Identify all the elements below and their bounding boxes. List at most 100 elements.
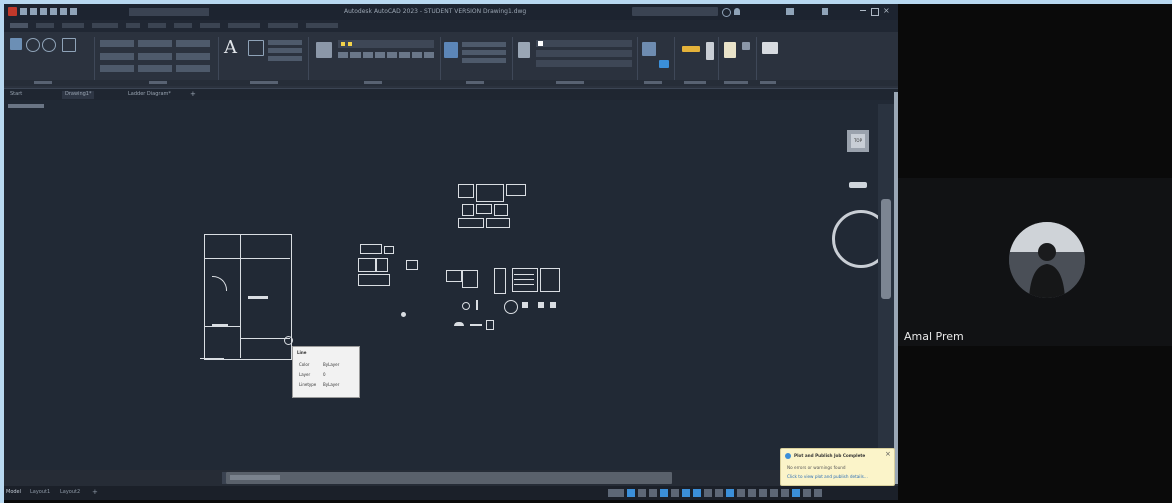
print-icon[interactable] — [60, 8, 67, 15]
plot-notification[interactable]: Plot and Publish Job Complete No errors … — [780, 448, 895, 486]
layer-tool-icon[interactable] — [423, 52, 434, 58]
new-tab-icon[interactable]: + — [190, 91, 196, 98]
table-button[interactable] — [268, 56, 302, 61]
app-logo-icon[interactable] — [8, 7, 17, 16]
transparency-toggle[interactable] — [715, 489, 723, 497]
tab-annotate[interactable] — [62, 23, 84, 28]
rotate-button[interactable] — [138, 40, 172, 47]
fillet-button[interactable] — [176, 52, 210, 60]
grid-toggle[interactable] — [627, 489, 635, 497]
layer-tool-icon[interactable] — [338, 52, 349, 58]
tab-collaborate[interactable] — [228, 23, 260, 28]
ungroup-icon[interactable] — [659, 60, 669, 68]
linear-dim-button[interactable] — [268, 40, 302, 45]
layer-tool-icon[interactable] — [411, 52, 422, 58]
model-space-toggle[interactable] — [608, 489, 624, 497]
stretch-button[interactable] — [100, 65, 134, 73]
close-icon[interactable]: × — [885, 451, 891, 458]
open-icon[interactable] — [30, 8, 37, 15]
tab-home[interactable] — [10, 23, 28, 28]
save-icon[interactable] — [40, 8, 47, 15]
tab-addins[interactable] — [200, 23, 220, 28]
line-tool-icon[interactable] — [10, 38, 22, 50]
hardware-acceleration-icon[interactable] — [792, 489, 800, 497]
isolate-objects-icon[interactable] — [781, 489, 789, 497]
copy-clip-icon[interactable] — [742, 42, 750, 50]
doc-tab-drawing1[interactable]: Drawing1* — [62, 91, 95, 99]
layer-tool-icon[interactable] — [399, 52, 410, 58]
match-properties-icon[interactable] — [518, 42, 530, 58]
dimension-tool-icon[interactable] — [248, 40, 264, 56]
customization-icon[interactable] — [814, 489, 822, 497]
layout2-tab[interactable]: Layout2 — [60, 489, 80, 495]
lineweight-toggle[interactable] — [704, 489, 712, 497]
search-input[interactable] — [632, 7, 718, 16]
scrollbar-thumb[interactable] — [881, 199, 891, 299]
circle-tool-icon[interactable] — [42, 38, 56, 52]
layer-tool-icon[interactable] — [387, 52, 398, 58]
scale-button[interactable] — [138, 65, 172, 73]
snap-toggle[interactable] — [638, 489, 646, 497]
viewcube-face-top[interactable]: TOP — [851, 134, 865, 148]
tab-output[interactable] — [174, 23, 192, 28]
leader-button[interactable] — [268, 48, 302, 53]
utilities-icon[interactable] — [706, 42, 714, 60]
polar-toggle[interactable] — [660, 489, 668, 497]
selection-cycling-toggle[interactable] — [726, 489, 734, 497]
measure-icon[interactable] — [682, 46, 700, 52]
osnap-toggle[interactable] — [693, 489, 701, 497]
color-dropdown[interactable] — [536, 40, 632, 47]
close-icon[interactable]: × — [883, 7, 891, 15]
search-icon[interactable] — [722, 8, 731, 17]
array-button[interactable] — [176, 65, 210, 73]
minimize-icon[interactable] — [860, 10, 866, 11]
insert-block-icon[interactable] — [444, 42, 458, 58]
text-tool-icon[interactable]: A — [224, 38, 240, 58]
layer-tool-icon[interactable] — [350, 52, 361, 58]
edit-block-button[interactable] — [462, 50, 506, 55]
base-view-icon[interactable] — [762, 42, 778, 54]
command-line-input[interactable] — [226, 472, 672, 484]
copy-button[interactable] — [100, 52, 134, 60]
layer-tool-icon[interactable] — [374, 52, 385, 58]
undo-icon[interactable] — [70, 8, 77, 15]
viewport-controls[interactable] — [8, 104, 44, 108]
model-tab[interactable]: Model — [6, 489, 21, 495]
trim-button[interactable] — [176, 40, 210, 47]
drawing-canvas[interactable] — [4, 100, 898, 470]
osnap-track-toggle[interactable] — [682, 489, 690, 497]
linetype-dropdown[interactable] — [536, 50, 632, 57]
help-icon[interactable] — [822, 8, 828, 15]
edit-attributes-button[interactable] — [462, 58, 506, 63]
tab-featured-apps[interactable] — [306, 23, 338, 28]
create-block-button[interactable] — [462, 42, 506, 47]
paste-icon[interactable] — [724, 42, 736, 58]
layout1-tab[interactable]: Layout1 — [30, 489, 50, 495]
user-icon[interactable] — [734, 8, 740, 15]
workspace-dropdown[interactable] — [129, 8, 209, 16]
tab-view[interactable] — [126, 23, 140, 28]
notification-link[interactable]: Click to view plot and publish details..… — [787, 474, 868, 479]
tab-express-tools[interactable] — [268, 23, 298, 28]
layer-tool-icon[interactable] — [362, 52, 373, 58]
layer-properties-icon[interactable] — [316, 42, 332, 58]
move-button[interactable] — [100, 40, 134, 47]
cart-icon[interactable] — [786, 8, 794, 15]
wcs-menu[interactable] — [849, 182, 867, 188]
quick-properties-icon[interactable] — [770, 489, 778, 497]
workspace-switch-icon[interactable] — [748, 489, 756, 497]
tab-insert[interactable] — [36, 23, 54, 28]
layer-dropdown[interactable] — [338, 40, 434, 48]
units-icon[interactable] — [759, 489, 767, 497]
maximize-icon[interactable] — [871, 8, 879, 16]
doc-tab-ladder[interactable]: Ladder Diagram* — [128, 91, 171, 99]
annotation-scale-toggle[interactable] — [737, 489, 745, 497]
new-icon[interactable] — [20, 8, 27, 15]
polyline-tool-icon[interactable] — [26, 38, 40, 52]
group-icon[interactable] — [642, 42, 656, 56]
doc-tab-start[interactable]: Start — [10, 91, 22, 99]
mirror-button[interactable] — [138, 52, 172, 60]
saveas-icon[interactable] — [50, 8, 57, 15]
add-layout-icon[interactable]: + — [92, 489, 98, 496]
ortho-toggle[interactable] — [649, 489, 657, 497]
